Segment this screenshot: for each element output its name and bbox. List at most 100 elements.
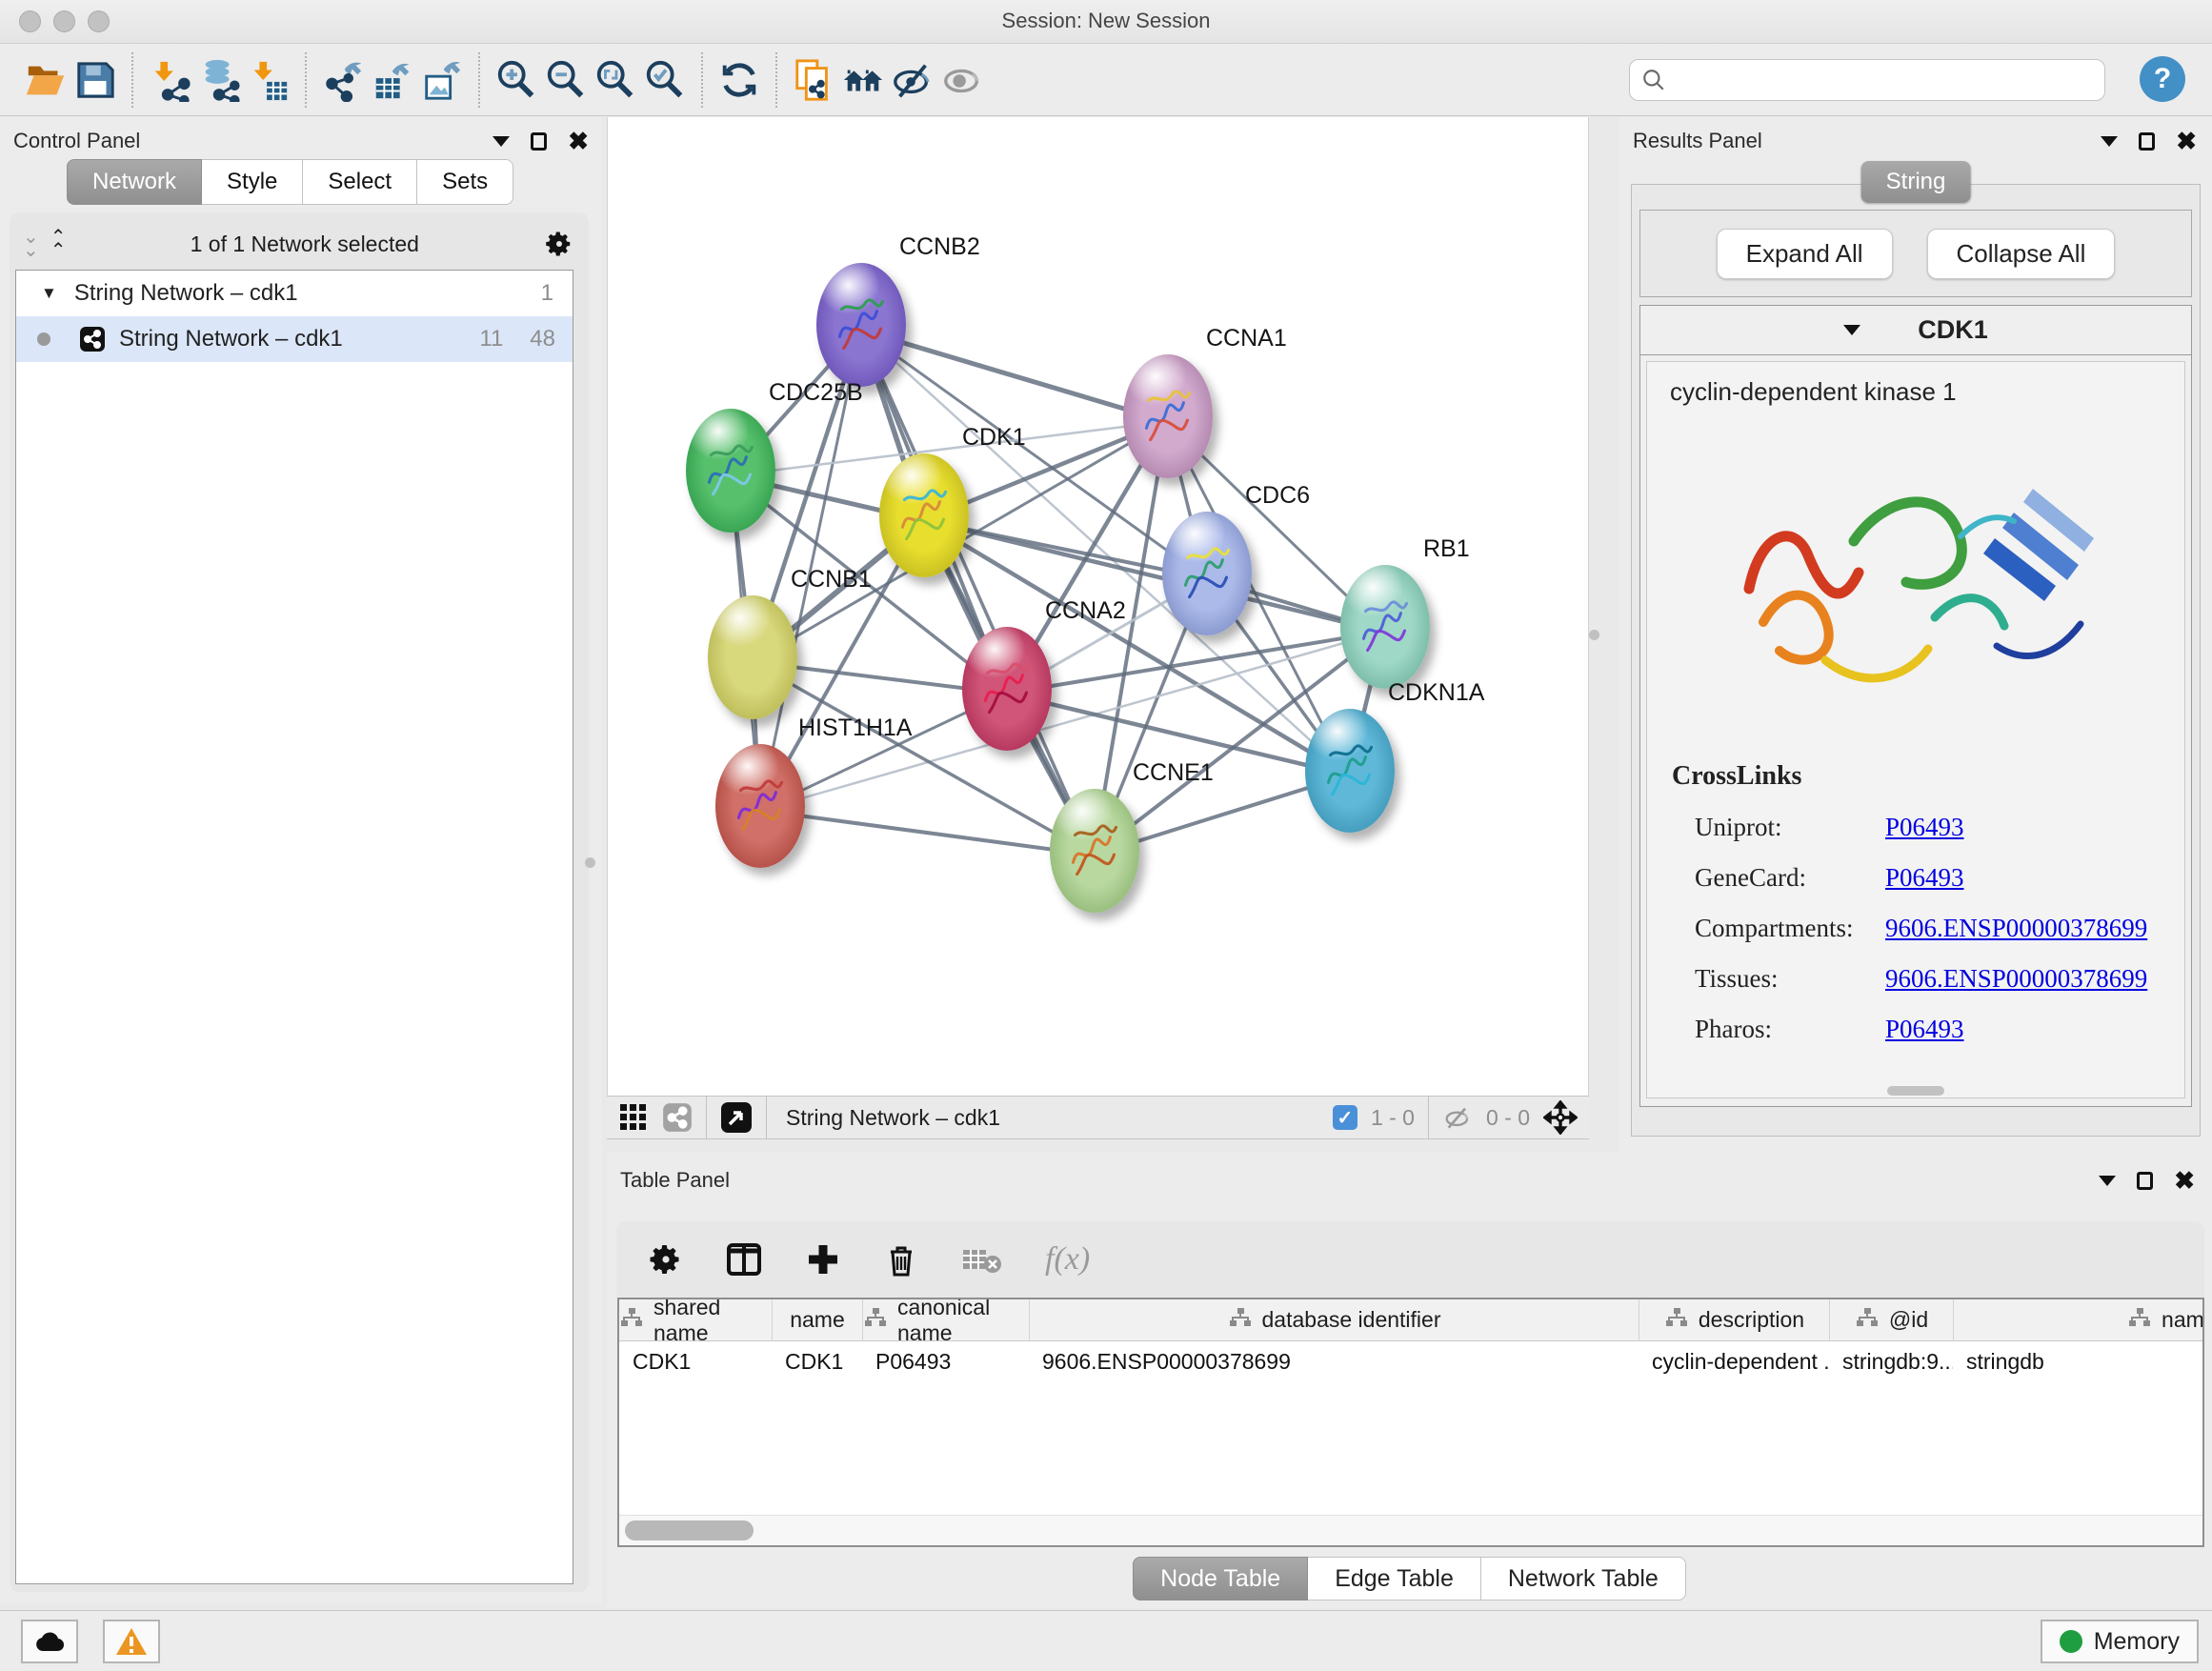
open-session-icon[interactable] xyxy=(21,53,70,107)
save-session-icon[interactable] xyxy=(70,53,120,107)
scrollbar-thumb[interactable] xyxy=(625,1520,754,1540)
results-panel-menu-icon[interactable] xyxy=(2101,136,2118,147)
node-RB1[interactable] xyxy=(1340,565,1430,689)
export-table-icon[interactable] xyxy=(368,53,417,107)
tab-edge-table[interactable]: Edge Table xyxy=(1308,1557,1481,1601)
results-scrollbar-thumb[interactable] xyxy=(1887,1086,1944,1096)
crosslink-link[interactable]: 9606.ENSP00000378699 xyxy=(1885,964,2147,994)
right-splitter-handle[interactable] xyxy=(1589,630,1599,640)
table-header-row: shared namenamecanonical name database id… xyxy=(619,1299,2202,1341)
edge-CCNB2-CCNE1[interactable] xyxy=(860,331,1094,856)
add-column-icon[interactable] xyxy=(805,1241,841,1278)
node-CDK1[interactable] xyxy=(879,453,969,577)
edge-HIST1H1A-CCNE1[interactable] xyxy=(760,811,1094,856)
collapse-gene-icon[interactable] xyxy=(1843,325,1860,335)
duplicate-network-icon[interactable] xyxy=(789,53,838,107)
import-table-file-icon[interactable] xyxy=(244,53,293,107)
delete-column-icon[interactable] xyxy=(883,1241,919,1278)
tab-network[interactable]: Network xyxy=(67,159,202,205)
node-CCNA1[interactable] xyxy=(1123,354,1213,478)
warnings-button[interactable] xyxy=(103,1620,160,1663)
zoom-selected-icon[interactable] xyxy=(640,53,690,107)
birdseye-view-icon[interactable] xyxy=(720,1101,753,1134)
tab-select[interactable]: Select xyxy=(303,159,417,205)
node-HIST1H1A[interactable] xyxy=(715,744,805,868)
expand-all-networks-icon[interactable]: ⌄⌄ xyxy=(23,231,37,257)
collapse-all-networks-icon[interactable]: ⌃⌃ xyxy=(50,231,65,257)
node-CCNB2[interactable] xyxy=(816,263,906,387)
network-tab-panel: ⌄⌄ ⌃⌃ 1 of 1 Network selected ▼ String N… xyxy=(10,212,589,1592)
memory-button[interactable]: Memory xyxy=(2041,1620,2199,1663)
gene-symbol: CDK1 xyxy=(1918,315,1988,345)
node-CDC25B[interactable] xyxy=(686,409,775,533)
search-box[interactable] xyxy=(1629,59,2105,101)
float-panel-icon[interactable] xyxy=(531,132,547,151)
network-view-canvas[interactable]: CCNB2CCNA1CDC25BCDK1CDC6RB1CCNB1CCNA2CDK… xyxy=(607,117,1589,1096)
collapse-collection-icon[interactable]: ▼ xyxy=(41,284,57,303)
gene-section-header[interactable]: CDK1 xyxy=(1640,306,2191,355)
column-header-description[interactable]: description xyxy=(1639,1299,1829,1340)
tab-string[interactable]: String xyxy=(1861,161,1971,203)
network-options-gear-icon[interactable] xyxy=(545,230,573,258)
delete-table-icon[interactable] xyxy=(961,1243,1003,1276)
table-settings-gear-icon[interactable] xyxy=(649,1242,683,1277)
grid-view-icon[interactable] xyxy=(618,1102,649,1133)
node-CDKN1A[interactable] xyxy=(1305,709,1395,833)
export-image-icon[interactable] xyxy=(417,53,467,107)
show-all-icon[interactable] xyxy=(937,53,987,107)
table-cell: stringdb:9... xyxy=(1829,1341,1953,1381)
column-header--id[interactable]: @id xyxy=(1829,1299,1953,1340)
collapse-all-button[interactable]: Collapse All xyxy=(1927,229,2116,279)
table-row[interactable]: CDK1CDK1P064939606.ENSP00000378699cyclin… xyxy=(619,1341,2202,1381)
network-row-selected[interactable]: String Network – cdk1 11 48 xyxy=(16,316,573,362)
node-CCNA2[interactable] xyxy=(962,627,1052,751)
close-results-panel-icon[interactable]: ✖ xyxy=(2176,131,2197,151)
zoom-out-icon[interactable] xyxy=(541,53,591,107)
refresh-icon[interactable] xyxy=(714,53,764,107)
float-table-panel-icon[interactable] xyxy=(2137,1172,2153,1190)
network-view-mode-icon[interactable] xyxy=(662,1102,693,1133)
tab-node-table[interactable]: Node Table xyxy=(1133,1557,1308,1601)
node-CCNB1[interactable] xyxy=(708,595,797,719)
show-columns-icon[interactable] xyxy=(725,1240,763,1278)
first-neighbors-icon[interactable] xyxy=(838,53,888,107)
selected-nodes-checkbox-icon[interactable]: ✓ xyxy=(1333,1105,1357,1130)
table-panel-menu-icon[interactable] xyxy=(2099,1176,2116,1186)
import-network-database-icon[interactable] xyxy=(194,53,244,107)
node-CCNE1[interactable] xyxy=(1050,789,1139,913)
close-panel-icon[interactable]: ✖ xyxy=(568,131,589,151)
tab-style[interactable]: Style xyxy=(202,159,303,205)
fit-content-crosshair-icon[interactable] xyxy=(1543,1100,1578,1135)
column-header-database-identifier[interactable]: database identifier xyxy=(1029,1299,1639,1340)
tab-network-table[interactable]: Network Table xyxy=(1481,1557,1686,1601)
panel-menu-icon[interactable] xyxy=(493,136,510,147)
function-builder-button[interactable]: f(x) xyxy=(1045,1241,1090,1278)
cloud-status-button[interactable] xyxy=(21,1620,78,1663)
tab-sets[interactable]: Sets xyxy=(417,159,513,205)
edge-CDK1-RB1[interactable] xyxy=(923,520,1383,632)
column-header-name[interactable]: name xyxy=(772,1299,862,1340)
export-network-icon[interactable] xyxy=(318,53,368,107)
float-results-panel-icon[interactable] xyxy=(2139,132,2155,151)
close-table-panel-icon[interactable]: ✖ xyxy=(2174,1171,2195,1190)
column-header-canonical-name[interactable]: canonical name xyxy=(862,1299,1029,1340)
crosslink-link[interactable]: P06493 xyxy=(1885,813,1964,842)
left-splitter-handle[interactable] xyxy=(585,857,595,868)
expand-all-button[interactable]: Expand All xyxy=(1717,229,1893,279)
node-CDC6[interactable] xyxy=(1162,512,1252,635)
column-label: database identifier xyxy=(1262,1307,1441,1333)
table-horizontal-scrollbar[interactable] xyxy=(619,1515,2202,1545)
import-network-file-icon[interactable] xyxy=(145,53,194,107)
help-button[interactable]: ? xyxy=(2140,56,2185,102)
crosslink-link[interactable]: 9606.ENSP00000378699 xyxy=(1885,914,2147,943)
column-header-shared-name[interactable]: shared name xyxy=(619,1299,772,1340)
search-input[interactable] xyxy=(1666,63,2104,97)
column-header-namespace[interactable]: namespace xyxy=(1953,1299,2204,1340)
hide-selected-icon[interactable] xyxy=(888,53,937,107)
zoom-fit-icon[interactable] xyxy=(591,53,640,107)
crosslink-link[interactable]: P06493 xyxy=(1885,863,1964,893)
zoom-in-icon[interactable] xyxy=(492,53,541,107)
edge-CCNB2-CCNA1[interactable] xyxy=(860,331,1166,422)
network-collection-row[interactable]: ▼ String Network – cdk1 1 xyxy=(16,271,573,316)
crosslink-link[interactable]: P06493 xyxy=(1885,1015,1964,1044)
